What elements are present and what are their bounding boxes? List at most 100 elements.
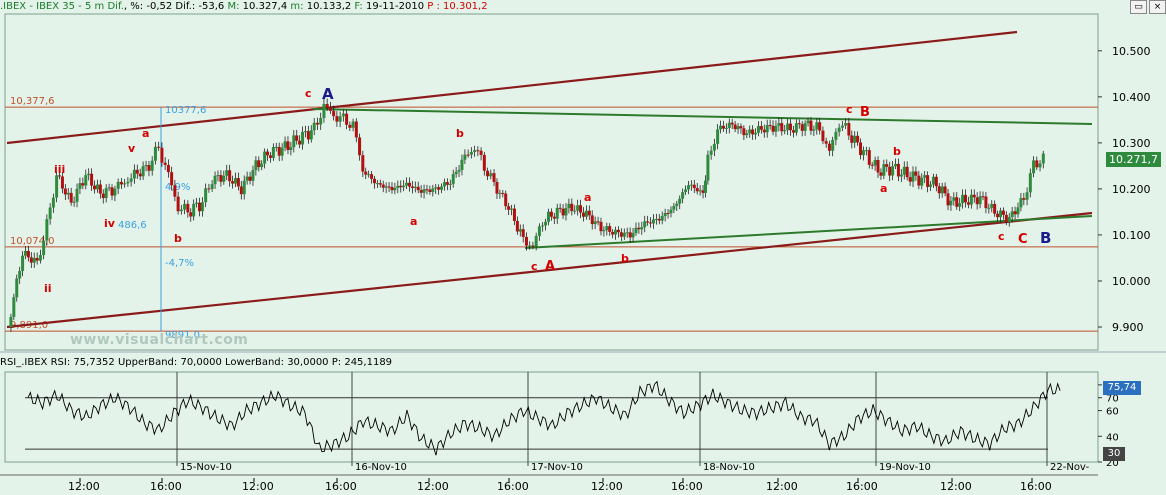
candle-body xyxy=(946,193,950,206)
candle-body xyxy=(894,163,898,167)
candle-body xyxy=(777,123,781,126)
candle-body xyxy=(544,221,548,226)
candle-body xyxy=(93,185,97,190)
last-price-badge: 10.271,7 xyxy=(1106,152,1161,167)
candle-body xyxy=(354,121,358,138)
candle-body xyxy=(345,113,349,125)
candle-body xyxy=(993,203,997,214)
candle-body xyxy=(524,236,528,246)
candle-body xyxy=(233,178,237,184)
candle-body xyxy=(295,135,299,141)
candle-body xyxy=(955,197,959,207)
candle-body xyxy=(460,159,464,170)
candle-body xyxy=(63,188,67,195)
candle-body xyxy=(271,146,275,158)
candle-body xyxy=(847,123,851,136)
candle-body xyxy=(774,125,778,132)
date-label: 15-Nov-10 xyxy=(180,462,232,473)
candle-body xyxy=(611,231,615,235)
candle-body xyxy=(987,207,991,209)
price-chart[interactable]: 9.900 10.000 10.100 10.200 10.300 10.400 10.50… xyxy=(0,0,1166,495)
candle-body xyxy=(78,183,82,189)
candle-body xyxy=(888,166,892,176)
candle-body xyxy=(84,175,88,186)
candle-body xyxy=(631,233,635,238)
candle-body xyxy=(576,205,580,211)
candle-body xyxy=(709,150,713,155)
candle-body xyxy=(978,196,982,205)
candle-body xyxy=(949,200,953,206)
lower-band-label: LowerBand: xyxy=(225,357,284,368)
candle-body xyxy=(867,150,871,165)
candle-body xyxy=(751,129,755,135)
candle-body xyxy=(29,257,33,263)
candle-body xyxy=(231,181,235,184)
candle-body xyxy=(712,143,716,151)
candle-body xyxy=(689,184,693,186)
candle-body xyxy=(419,190,423,193)
candle-body xyxy=(51,197,55,208)
candle-body xyxy=(579,205,583,213)
candle-body xyxy=(654,218,658,220)
candle-body xyxy=(119,181,123,185)
candle-body xyxy=(466,154,470,156)
candle-body xyxy=(370,174,374,179)
candle-body xyxy=(451,174,455,184)
candle-body xyxy=(552,216,556,219)
candle-body xyxy=(780,123,784,132)
candle-body xyxy=(754,132,758,135)
candle-body xyxy=(791,130,795,133)
channel-upper-line xyxy=(6,30,1018,145)
candle-body xyxy=(541,225,545,227)
time-label: 16:00 xyxy=(846,480,878,493)
candle-body xyxy=(440,186,444,190)
candle-body xyxy=(905,166,909,178)
candle-body xyxy=(692,184,696,189)
candle-body xyxy=(101,193,105,199)
candle-body xyxy=(698,190,702,192)
candle-body xyxy=(528,245,532,247)
date-label: 17-Nov-10 xyxy=(531,462,583,473)
candle-body xyxy=(48,207,52,220)
candle-body xyxy=(952,197,956,201)
candle-body xyxy=(322,104,326,119)
y-tick-label: 10.300 xyxy=(1112,137,1151,150)
candle-body xyxy=(800,124,804,131)
candle-body xyxy=(298,140,302,145)
candle-body xyxy=(672,205,676,210)
wave-label: B xyxy=(860,105,870,120)
candle-body xyxy=(454,171,458,175)
candle-body xyxy=(341,113,345,117)
candle-body xyxy=(1019,198,1023,208)
candle-body xyxy=(23,250,27,256)
candle-body xyxy=(844,123,848,126)
candle-body xyxy=(186,203,190,213)
candle-body xyxy=(1004,214,1008,223)
candle-body xyxy=(1041,153,1045,164)
watermark: www.visualchart.com xyxy=(70,332,249,348)
candle-body xyxy=(1035,160,1039,168)
candle-body xyxy=(789,123,793,131)
candle-body xyxy=(981,196,985,198)
candle-body xyxy=(486,170,490,177)
wave-label: A xyxy=(322,85,334,103)
candle-body xyxy=(686,185,690,190)
candle-body xyxy=(806,120,810,124)
candle-body xyxy=(1028,173,1032,193)
candle-body xyxy=(45,219,49,241)
candle-body xyxy=(315,122,319,125)
measure-pct-down-label: -4,7% xyxy=(165,258,194,269)
candle-body xyxy=(405,182,409,186)
candle-body xyxy=(561,208,565,216)
candle-body xyxy=(518,229,522,232)
candle-body xyxy=(425,189,429,191)
candle-body xyxy=(896,163,900,177)
candle-body xyxy=(166,164,170,173)
candle-body xyxy=(510,208,514,210)
lower-band-value: 30,0000 xyxy=(287,357,329,368)
candle-body xyxy=(745,133,749,136)
candle-body xyxy=(1038,163,1042,168)
candle-body xyxy=(990,203,994,208)
candle-body xyxy=(476,150,480,152)
candle-body xyxy=(501,192,505,194)
